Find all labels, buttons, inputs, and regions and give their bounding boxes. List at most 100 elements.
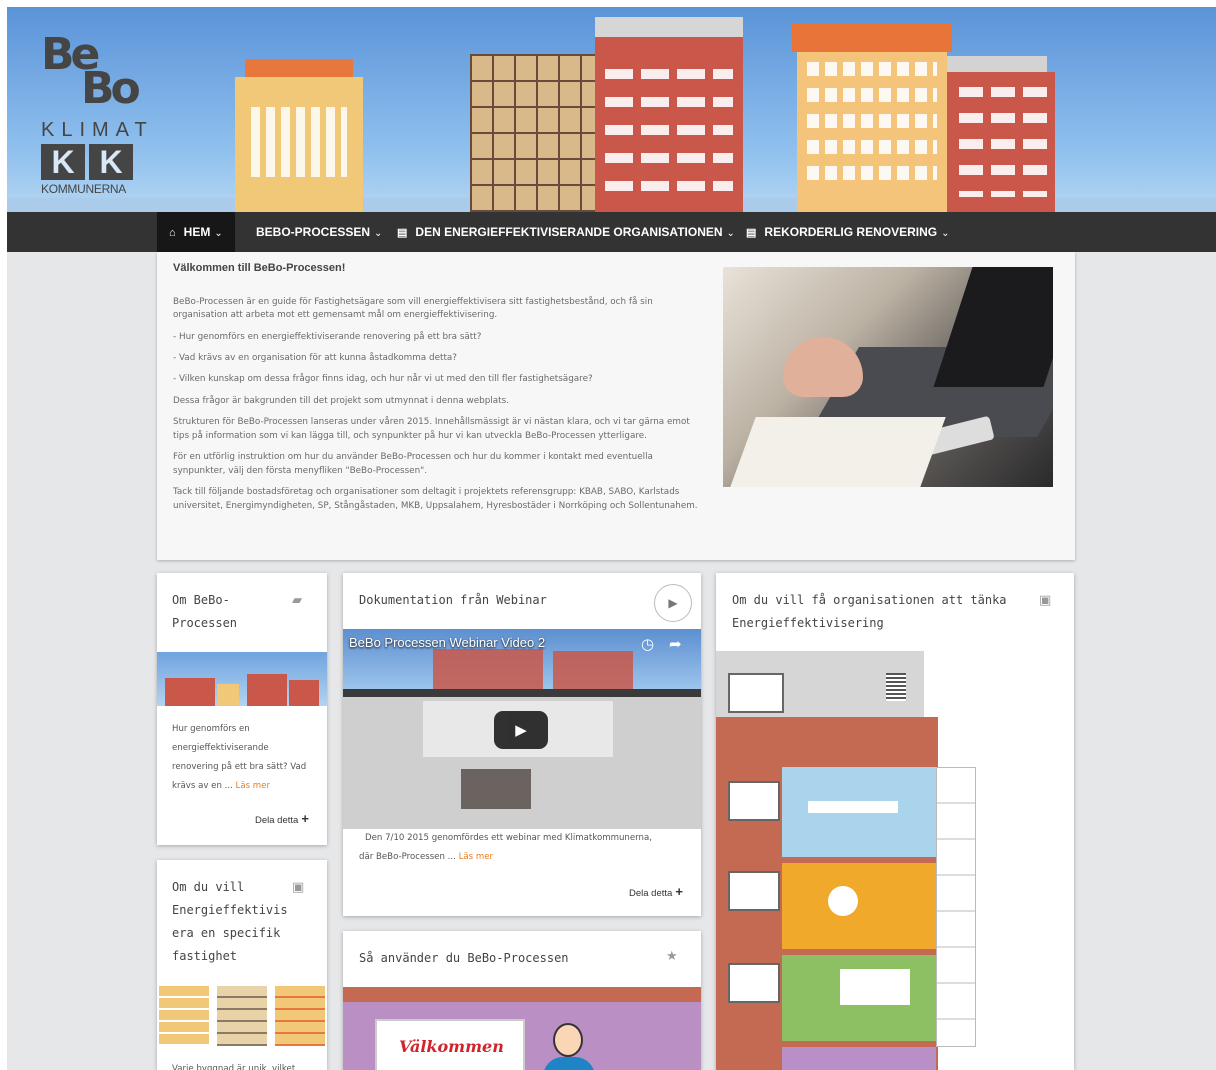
star-icon: ★ <box>666 949 678 964</box>
plus-icon: + <box>301 811 309 826</box>
chevron-down-icon: ⌄ <box>374 228 383 239</box>
card-title-line: Energieffektivis <box>172 903 288 917</box>
chevron-down-icon: ⌄ <box>726 228 735 239</box>
intro-paragraph: För en utförlig instruktion om hur du an… <box>173 452 653 476</box>
video-nav-bar <box>343 689 701 697</box>
building-grey-top <box>595 17 743 37</box>
nav-item-label: BEBO-PROCESSEN <box>256 225 371 239</box>
nav-item-hem[interactable]: ⌂ HEM ⌄ <box>157 212 235 252</box>
window <box>728 871 780 911</box>
windows-yellow-small <box>251 107 347 177</box>
thumb-building <box>275 986 325 1046</box>
document-icon: ▤ <box>746 227 757 239</box>
card-title-line: Om du vill <box>172 880 245 894</box>
thumb-building <box>159 986 209 1046</box>
bebo-klimatkommunerna-logo[interactable]: Be Bo KLIMAT K K KOMMUNERNA <box>41 33 151 196</box>
building-grey-right-top <box>947 56 1047 72</box>
window <box>728 781 780 821</box>
vent-icon <box>886 673 906 701</box>
image-icon: ▣ <box>1039 593 1052 608</box>
intro-panel: Välkommen till BeBo-Processen! BeBo-Proc… <box>157 252 1075 560</box>
welcome-illustration[interactable]: Välkommen <box>343 987 701 1070</box>
lower-room <box>782 1047 936 1070</box>
card-fastighet: Om du vill Energieffektivis era en speci… <box>157 860 327 1070</box>
lounge-room <box>782 863 936 949</box>
welcome-sign: Välkommen <box>375 1019 525 1070</box>
window <box>728 963 780 1003</box>
logo-k-left: K <box>41 144 85 180</box>
chevron-down-icon: ⌄ <box>941 228 950 239</box>
window <box>728 673 784 713</box>
logo-k-right: K <box>89 144 133 180</box>
windows-red-center <box>605 69 733 199</box>
card-thumbnail[interactable] <box>157 986 327 1046</box>
nav-item-bebo-processen[interactable]: BEBO-PROCESSEN ⌄ <box>256 212 382 252</box>
video-player[interactable]: BeBo Processen Webinar Video 2 ◷ ➦ ▶ <box>343 629 701 829</box>
card-title-line: Processen <box>172 616 238 630</box>
intro-paragraph: BeBo-Processen är en guide för Fastighet… <box>173 296 653 321</box>
site-header: Be Bo KLIMAT K K KOMMUNERNA <box>7 7 1216 212</box>
share-arrow-icon[interactable]: ➦ <box>669 635 682 653</box>
main-navigation: ⌂ HEM ⌄ BEBO-PROCESSEN ⌄ ▤ DEN ENERGIEFFEKTI… <box>7 212 1216 252</box>
page: Be Bo KLIMAT K K KOMMUNERNA ⌂ HEM ⌄ BEBO… <box>7 7 1216 1070</box>
card-title[interactable]: Dokumentation från Webinar <box>359 589 547 612</box>
illustration-top-band <box>343 987 701 1002</box>
chevron-down-icon: ⌄ <box>214 228 223 239</box>
nav-item-energieffektiviserande-organisation[interactable]: ▤ DEN ENERGIEFFEKTIVISERANDE ORGANISATION… <box>397 212 735 252</box>
logo-bebo-text: Be Bo <box>41 33 151 114</box>
card-title-line: Om du vill få organisationen att tänka <box>732 593 1007 607</box>
card-webinar: Dokumentation från Webinar ▶ BeBo Proces… <box>343 573 701 916</box>
nav-item-label: HEM <box>183 225 211 239</box>
share-label: Dela detta <box>255 815 299 826</box>
laptop-screen <box>933 267 1053 387</box>
side-windows <box>936 767 976 1047</box>
video-inner-thumbnail <box>461 769 531 809</box>
speech-bubble <box>828 886 858 916</box>
building-scaffold <box>470 54 598 212</box>
thumb-building <box>217 684 239 706</box>
card-body-text: där BeBo-Processen ... <box>359 852 459 862</box>
card-title-line: era en specifik <box>172 926 281 940</box>
welcome-sign-text: Välkommen <box>399 1037 504 1056</box>
share-button[interactable]: Dela detta + <box>255 811 309 826</box>
video-title[interactable]: BeBo Processen Webinar Video 2 <box>349 635 609 650</box>
person-body <box>543 1057 595 1070</box>
read-more-link[interactable]: Läs mer <box>236 781 270 791</box>
windows-yellow-large <box>807 62 937 192</box>
meeting-table <box>808 801 898 813</box>
clock-icon[interactable]: ◷ <box>641 635 654 653</box>
card-title[interactable]: Om du vill få organisationen att tänka E… <box>732 589 1007 635</box>
nav-item-label: REKORDERLIG RENOVERING <box>764 225 938 239</box>
card-title-line: fastighet <box>172 949 238 963</box>
play-icon[interactable]: ▶ <box>654 584 692 622</box>
intro-paragraph: - Hur genomförs en energieffektiviserand… <box>173 331 482 342</box>
logo-kommunerna-text: KOMMUNERNA <box>41 182 127 196</box>
windows-red-right <box>959 87 1047 197</box>
card-title[interactable]: Om du vill Energieffektivis era en speci… <box>172 876 288 968</box>
video-building <box>433 649 543 689</box>
nav-item-rekorderlig-renovering[interactable]: ▤ REKORDERLIG RENOVERING ⌄ <box>746 212 949 252</box>
card-sa-anvander-du: Så använder du BeBo-Processen ★ Välkomme… <box>343 931 701 1070</box>
card-title[interactable]: Om BeBo- Processen <box>172 589 237 635</box>
intro-paragraph: Strukturen för BeBo-Processen lanseras u… <box>173 417 690 441</box>
video-building <box>553 651 633 689</box>
nav-item-label: DEN ENERGIEFFEKTIVISERANDE ORGANISATIONE… <box>415 225 723 239</box>
card-organisation: Om du vill få organisationen att tänka E… <box>716 573 1074 1070</box>
logo-bebo-line2: Bo <box>81 63 141 114</box>
card-body: Den 7/10 2015 genomfördes ett webinar me… <box>359 829 689 867</box>
thumb-building <box>289 680 319 706</box>
building-cutaway-illustration[interactable] <box>716 651 1074 1070</box>
video-play-button[interactable]: ▶ <box>494 711 548 749</box>
card-title-line: Energieffektivisering <box>732 616 884 630</box>
card-title[interactable]: Så använder du BeBo-Processen <box>359 947 569 970</box>
read-more-link[interactable]: Läs mer <box>459 852 493 862</box>
card-body-text: Varje byggnad är unik, vilket <box>172 1064 296 1070</box>
card-thumbnail[interactable] <box>157 652 327 706</box>
card-body: Hur genomförs en energieffektiviserande … <box>172 720 312 796</box>
intro-title: Välkommen till BeBo-Processen! <box>173 262 346 274</box>
folder-open-icon: ▰ <box>292 593 302 608</box>
thumb-building <box>217 986 267 1046</box>
thumb-building <box>165 678 215 706</box>
intro-paragraph: Tack till följande bostadsföretag och or… <box>173 487 698 511</box>
share-button[interactable]: Dela detta + <box>629 884 683 899</box>
